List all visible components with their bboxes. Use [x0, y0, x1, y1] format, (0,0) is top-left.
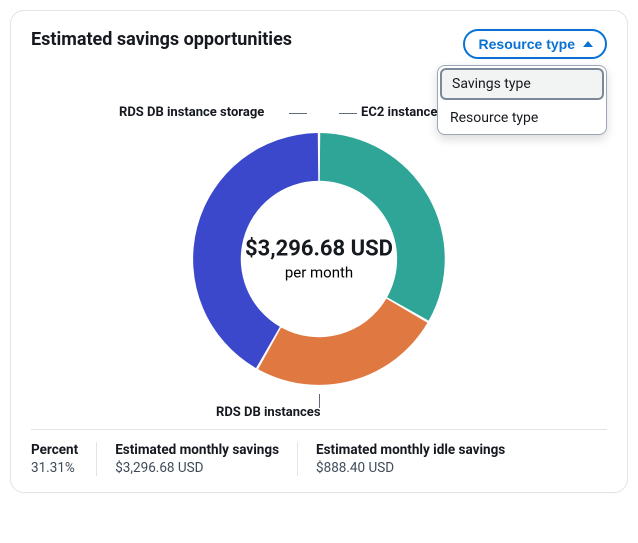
dropdown-selected-label: Resource type	[479, 36, 575, 52]
caret-up-icon	[583, 41, 593, 47]
stats-footer: Percent 31.31% Estimated monthly savings…	[31, 429, 607, 476]
segment-label-rds-instances: RDS DB instances	[216, 405, 321, 420]
segment-ec2[interactable]	[320, 133, 445, 321]
card-title: Estimated savings opportunities	[31, 29, 292, 50]
stat-label: Estimated monthly idle savings	[316, 442, 505, 458]
stat-idle-savings: Estimated monthly idle savings $888.40 U…	[297, 442, 523, 476]
center-value: $3,296.68 USD	[245, 236, 393, 261]
card-header: Estimated savings opportunities Resource…	[31, 29, 607, 59]
stat-percent: Percent 31.31%	[31, 442, 96, 476]
donut-center: $3,296.68 USD per month	[245, 236, 393, 281]
stat-value: 31.31%	[31, 460, 78, 476]
resource-type-dropdown[interactable]: Resource type	[463, 29, 607, 59]
segment-label-ec2: EC2 instances	[361, 105, 444, 120]
leader-line	[289, 113, 307, 114]
menu-item-resource-type[interactable]: Resource type	[438, 102, 606, 134]
leader-line	[339, 113, 357, 114]
stat-label: Percent	[31, 442, 78, 458]
menu-item-savings-type[interactable]: Savings type	[440, 68, 604, 100]
stat-monthly-savings: Estimated monthly savings $3,296.68 USD	[96, 442, 297, 476]
stat-value: $888.40 USD	[316, 460, 505, 476]
savings-card: Estimated savings opportunities Resource…	[10, 10, 628, 493]
dropdown-wrap: Resource type Savings type Resource type	[463, 29, 607, 59]
segment-label-rds-storage: RDS DB instance storage	[119, 105, 264, 120]
center-sub: per month	[245, 263, 393, 281]
stat-value: $3,296.68 USD	[115, 460, 279, 476]
stat-label: Estimated monthly savings	[115, 442, 279, 458]
dropdown-menu: Savings type Resource type	[437, 65, 607, 135]
segment-rds-instances[interactable]	[258, 298, 427, 384]
